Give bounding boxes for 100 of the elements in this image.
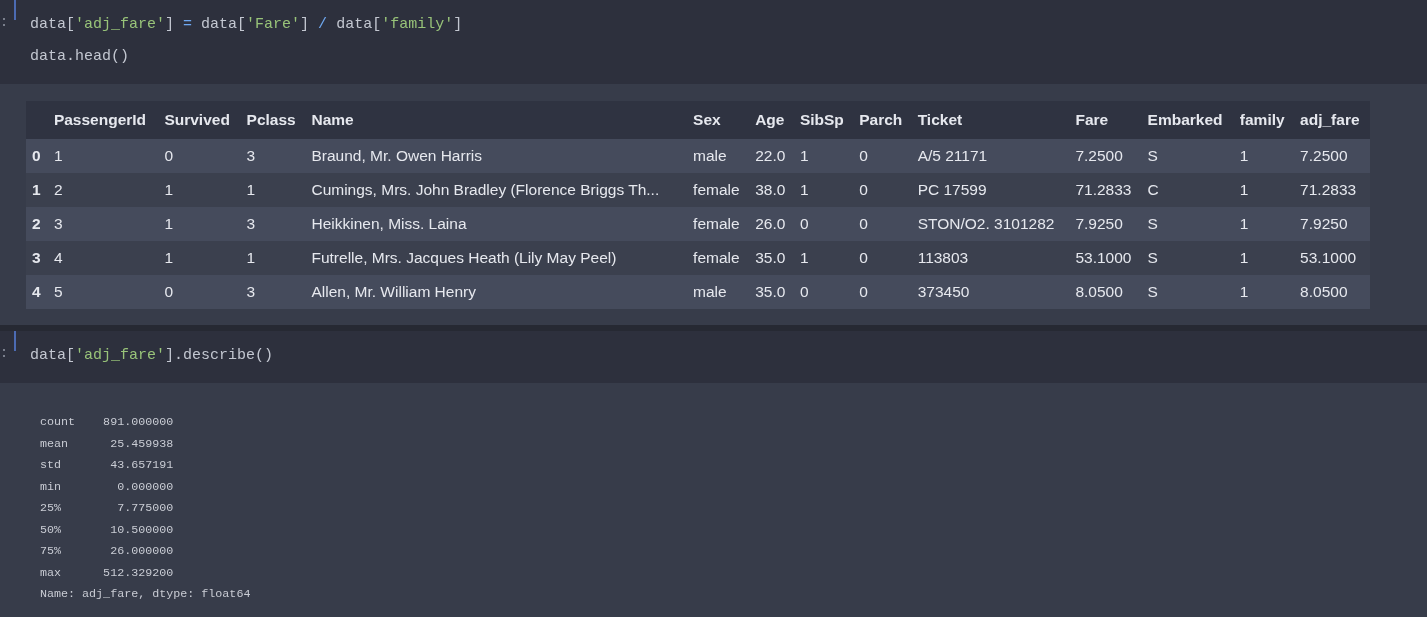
table-cell: PC 17599 [911,173,1070,207]
output-line: 50% 10.500000 [40,521,175,539]
table-cell: 373450 [911,275,1070,309]
table-cell: STON/O2. 3101282 [911,207,1070,241]
table-cell: Cumings, Mrs. John Bradley (Florence Briggs Th... [305,173,688,207]
output-line: 75% 26.000000 [40,543,175,560]
row-index: 1 [26,173,48,207]
table-cell: 71.2833 [1069,173,1142,207]
code-line: data.head() [30,47,131,67]
table-cell: Heikkinen, Miss. Laina [305,207,688,241]
table-cell: 1 [793,173,854,207]
column-header: family [1233,101,1295,139]
table-cell: S [1141,207,1234,241]
table-cell: 53.1000 [1294,241,1370,275]
table-cell: A/5 21171 [911,139,1070,173]
table-cell: S [1141,241,1234,275]
table-cell: male [687,275,750,309]
table-cell: 0 [853,139,912,173]
table-cell: C [1141,173,1234,207]
table-cell: 1 [240,173,306,207]
table-cell: 0 [793,275,854,309]
column-header: PassengerId [47,101,159,139]
table-cell: 8.0500 [1294,275,1370,309]
table-cell: 7.2500 [1294,139,1370,173]
table-cell: 1 [1233,207,1295,241]
table-cell: 3 [240,207,306,241]
code-input[interactable]: data['adj_fare'].describe() [0,331,1427,383]
table-cell: 26.0 [749,207,794,241]
table-cell: S [1141,139,1234,173]
column-header: SibSp [793,101,854,139]
table-cell: 1 [1233,275,1295,309]
output-line: Name: adj_fare, dtype: float64 [40,586,252,603]
column-header: Fare [1069,101,1142,139]
table-cell: female [687,173,750,207]
table-cell: 1 [1233,173,1295,207]
row-index: 4 [26,275,48,309]
cell-marker [14,0,16,20]
table-cell: Futrelle, Mrs. Jacques Heath (Lily May Peel) [305,241,688,275]
table-cell: 3 [47,207,159,241]
table-cell: 1 [793,241,854,275]
output-line: std 43.657191 [40,457,175,474]
table-cell: 5 [47,275,159,309]
table-cell: 1 [47,139,159,173]
output-line: max 512.329200 [40,564,175,582]
table-cell: 7.2500 [1069,139,1142,173]
table-cell: 0 [158,139,241,173]
table-cell: 1 [1233,139,1295,173]
table-cell: 0 [853,275,912,309]
column-header: Sex [687,101,750,139]
table-cell: 1 [158,241,241,275]
row-index: 3 [26,241,48,275]
table-cell: 0 [793,207,854,241]
table-cell: 3 [240,275,306,309]
table-cell: 71.2833 [1294,173,1370,207]
table-cell: 1 [793,139,854,173]
code-line: data['adj_fare'] = data['Fare'] / data['family'] [30,15,463,35]
code-line: data['adj_fare'].describe() [30,346,274,366]
table-cell: female [687,241,750,275]
table-cell: 8.0500 [1069,275,1142,309]
row-index: 2 [26,207,48,241]
table-cell: 7.9250 [1294,207,1370,241]
column-header: Pclass [240,101,306,139]
table-cell: 1 [240,241,306,275]
drag-handle-icon[interactable] [3,349,6,358]
table-cell: 7.9250 [1069,207,1142,241]
table-cell: 1 [158,173,241,207]
table-cell: 22.0 [749,139,794,173]
column-header: Ticket [911,101,1070,139]
table-cell: 1 [1233,241,1295,275]
drag-handle-icon[interactable] [3,18,6,27]
table-cell: S [1141,275,1234,309]
table-cell: Allen, Mr. William Henry [305,275,688,309]
column-header: Survived [158,101,241,139]
cell-marker [14,331,16,351]
column-header: Age [749,101,794,139]
row-index: 0 [26,139,48,173]
column-header: adj_fare [1294,101,1370,139]
column-header: Name [305,101,688,139]
table-cell: 35.0 [749,241,794,275]
output-line: mean 25.459938 [40,435,175,453]
table-cell: 3 [240,139,306,173]
output-line: min 0.000000 [40,478,175,496]
table-cell: 38.0 [749,173,794,207]
table-cell: 53.1000 [1069,241,1142,275]
column-header: Embarked [1141,101,1234,139]
table-cell: 0 [853,241,912,275]
table-cell: 35.0 [749,275,794,309]
table-cell: Braund, Mr. Owen Harris [305,139,688,173]
column-header: Parch [853,101,912,139]
output-line: count 891.000000 [40,414,175,431]
output-line: 25% 7.775000 [40,500,175,517]
table-cell: 0 [853,207,912,241]
table-cell: 1 [158,207,241,241]
table-cell: 2 [47,173,159,207]
table-cell: male [687,139,750,173]
table-cell: 4 [47,241,159,275]
code-input[interactable]: data['adj_fare'] = data['Fare'] / data['family'] data.head() [0,0,1427,84]
table-cell: female [687,207,750,241]
table-cell: 113803 [911,241,1070,275]
table-cell: 0 [853,173,912,207]
